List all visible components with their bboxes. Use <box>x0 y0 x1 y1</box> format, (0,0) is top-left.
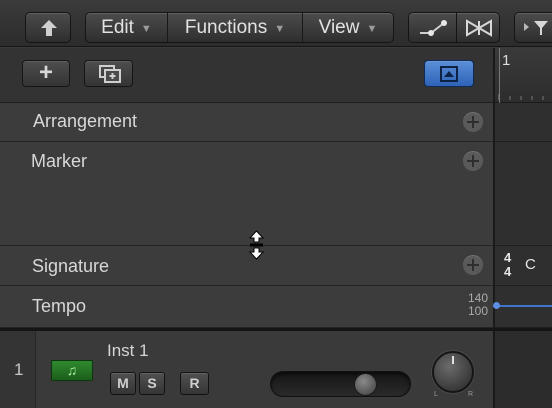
bar-ruler[interactable]: 1 <box>495 48 552 103</box>
functions-menu-label: Functions <box>184 16 268 38</box>
track-header-toolbar: + <box>0 48 493 103</box>
global-tracks-icon <box>440 66 458 82</box>
filter-button[interactable] <box>514 12 552 43</box>
global-track-label: Tempo <box>32 296 87 316</box>
flex-button[interactable] <box>456 12 500 43</box>
plus-icon: + <box>38 59 53 86</box>
arrangement-lane[interactable] <box>495 103 552 142</box>
view-menu[interactable]: View ▼ <box>303 13 393 42</box>
track-lane[interactable] <box>495 331 552 408</box>
track-number: 1 <box>14 360 24 379</box>
chevron-down-icon: ▼ <box>140 22 152 35</box>
track-number-cell: 1 <box>0 331 36 408</box>
pan-knob[interactable] <box>432 351 474 393</box>
filter-icon <box>534 21 548 35</box>
volume-slider-handle[interactable] <box>353 373 377 396</box>
up-arrow-icon <box>41 20 57 36</box>
global-track-label: Arrangement <box>33 111 138 131</box>
global-track-marker[interactable]: Marker <box>0 142 493 246</box>
resize-cursor-icon <box>248 230 265 260</box>
marker-lane[interactable] <box>495 142 552 246</box>
solo-button[interactable]: S <box>139 372 165 395</box>
edit-menu[interactable]: Edit ▼ <box>86 13 168 42</box>
track-menu-group: Edit ▼ Functions ▼ View ▼ <box>85 12 394 43</box>
global-track-label: Signature <box>32 256 110 276</box>
disclosure-triangle-icon <box>524 23 529 31</box>
functions-menu[interactable]: Functions ▼ <box>168 13 303 42</box>
tempo-scale-min: 100 <box>467 304 488 318</box>
global-track-arrangement[interactable]: Arrangement <box>0 103 493 142</box>
ruler-ticks <box>498 94 544 100</box>
edit-menu-label: Edit <box>101 16 134 38</box>
add-circle-icon[interactable] <box>463 151 483 171</box>
tempo-line[interactable] <box>495 305 552 307</box>
time-signature[interactable]: 4 4 <box>504 251 511 279</box>
global-track-label: Marker <box>31 151 88 171</box>
instrument-track-icon[interactable]: ♫ <box>51 360 93 381</box>
time-signature-numerator: 4 <box>504 250 512 265</box>
record-enable-button[interactable]: R <box>180 372 209 395</box>
chevron-down-icon: ▼ <box>366 22 378 35</box>
global-track-signature[interactable]: Signature <box>0 246 493 286</box>
chevron-down-icon: ▼ <box>274 22 286 35</box>
new-track-button[interactable]: + <box>22 59 70 87</box>
tempo-scale: 140 100 <box>468 292 488 318</box>
mute-button[interactable]: M <box>110 372 136 395</box>
tempo-lane[interactable] <box>493 286 552 328</box>
pan-right-label: R <box>468 391 474 398</box>
track-header[interactable]: 1 ♫ Inst 1 M S R L R <box>0 331 493 408</box>
track-name[interactable]: Inst 1 <box>107 341 149 361</box>
add-circle-icon[interactable] <box>463 255 483 275</box>
duplicate-track-button[interactable] <box>84 60 133 87</box>
volume-slider[interactable] <box>270 371 411 397</box>
view-menu-label: View <box>318 16 360 38</box>
automation-button[interactable] <box>408 12 457 43</box>
key-signature[interactable]: C <box>525 256 536 273</box>
ruler-bar-number: 1 <box>502 52 511 69</box>
signature-lane[interactable]: 4 4 C <box>495 246 552 286</box>
automation-icon <box>420 20 447 36</box>
tempo-point[interactable] <box>493 302 500 309</box>
add-circle-icon[interactable] <box>463 112 483 132</box>
go-to-parent-button[interactable] <box>25 12 71 43</box>
global-track-tempo[interactable]: Tempo 140 100 <box>0 286 493 328</box>
duplicate-track-icon <box>99 65 121 83</box>
pan-left-label: L <box>434 391 438 398</box>
main-toolbar: Edit ▼ Functions ▼ View ▼ <box>0 0 552 47</box>
flex-icon <box>466 19 492 37</box>
time-signature-denominator: 4 <box>504 264 512 279</box>
global-tracks-toggle-button[interactable] <box>424 60 474 87</box>
